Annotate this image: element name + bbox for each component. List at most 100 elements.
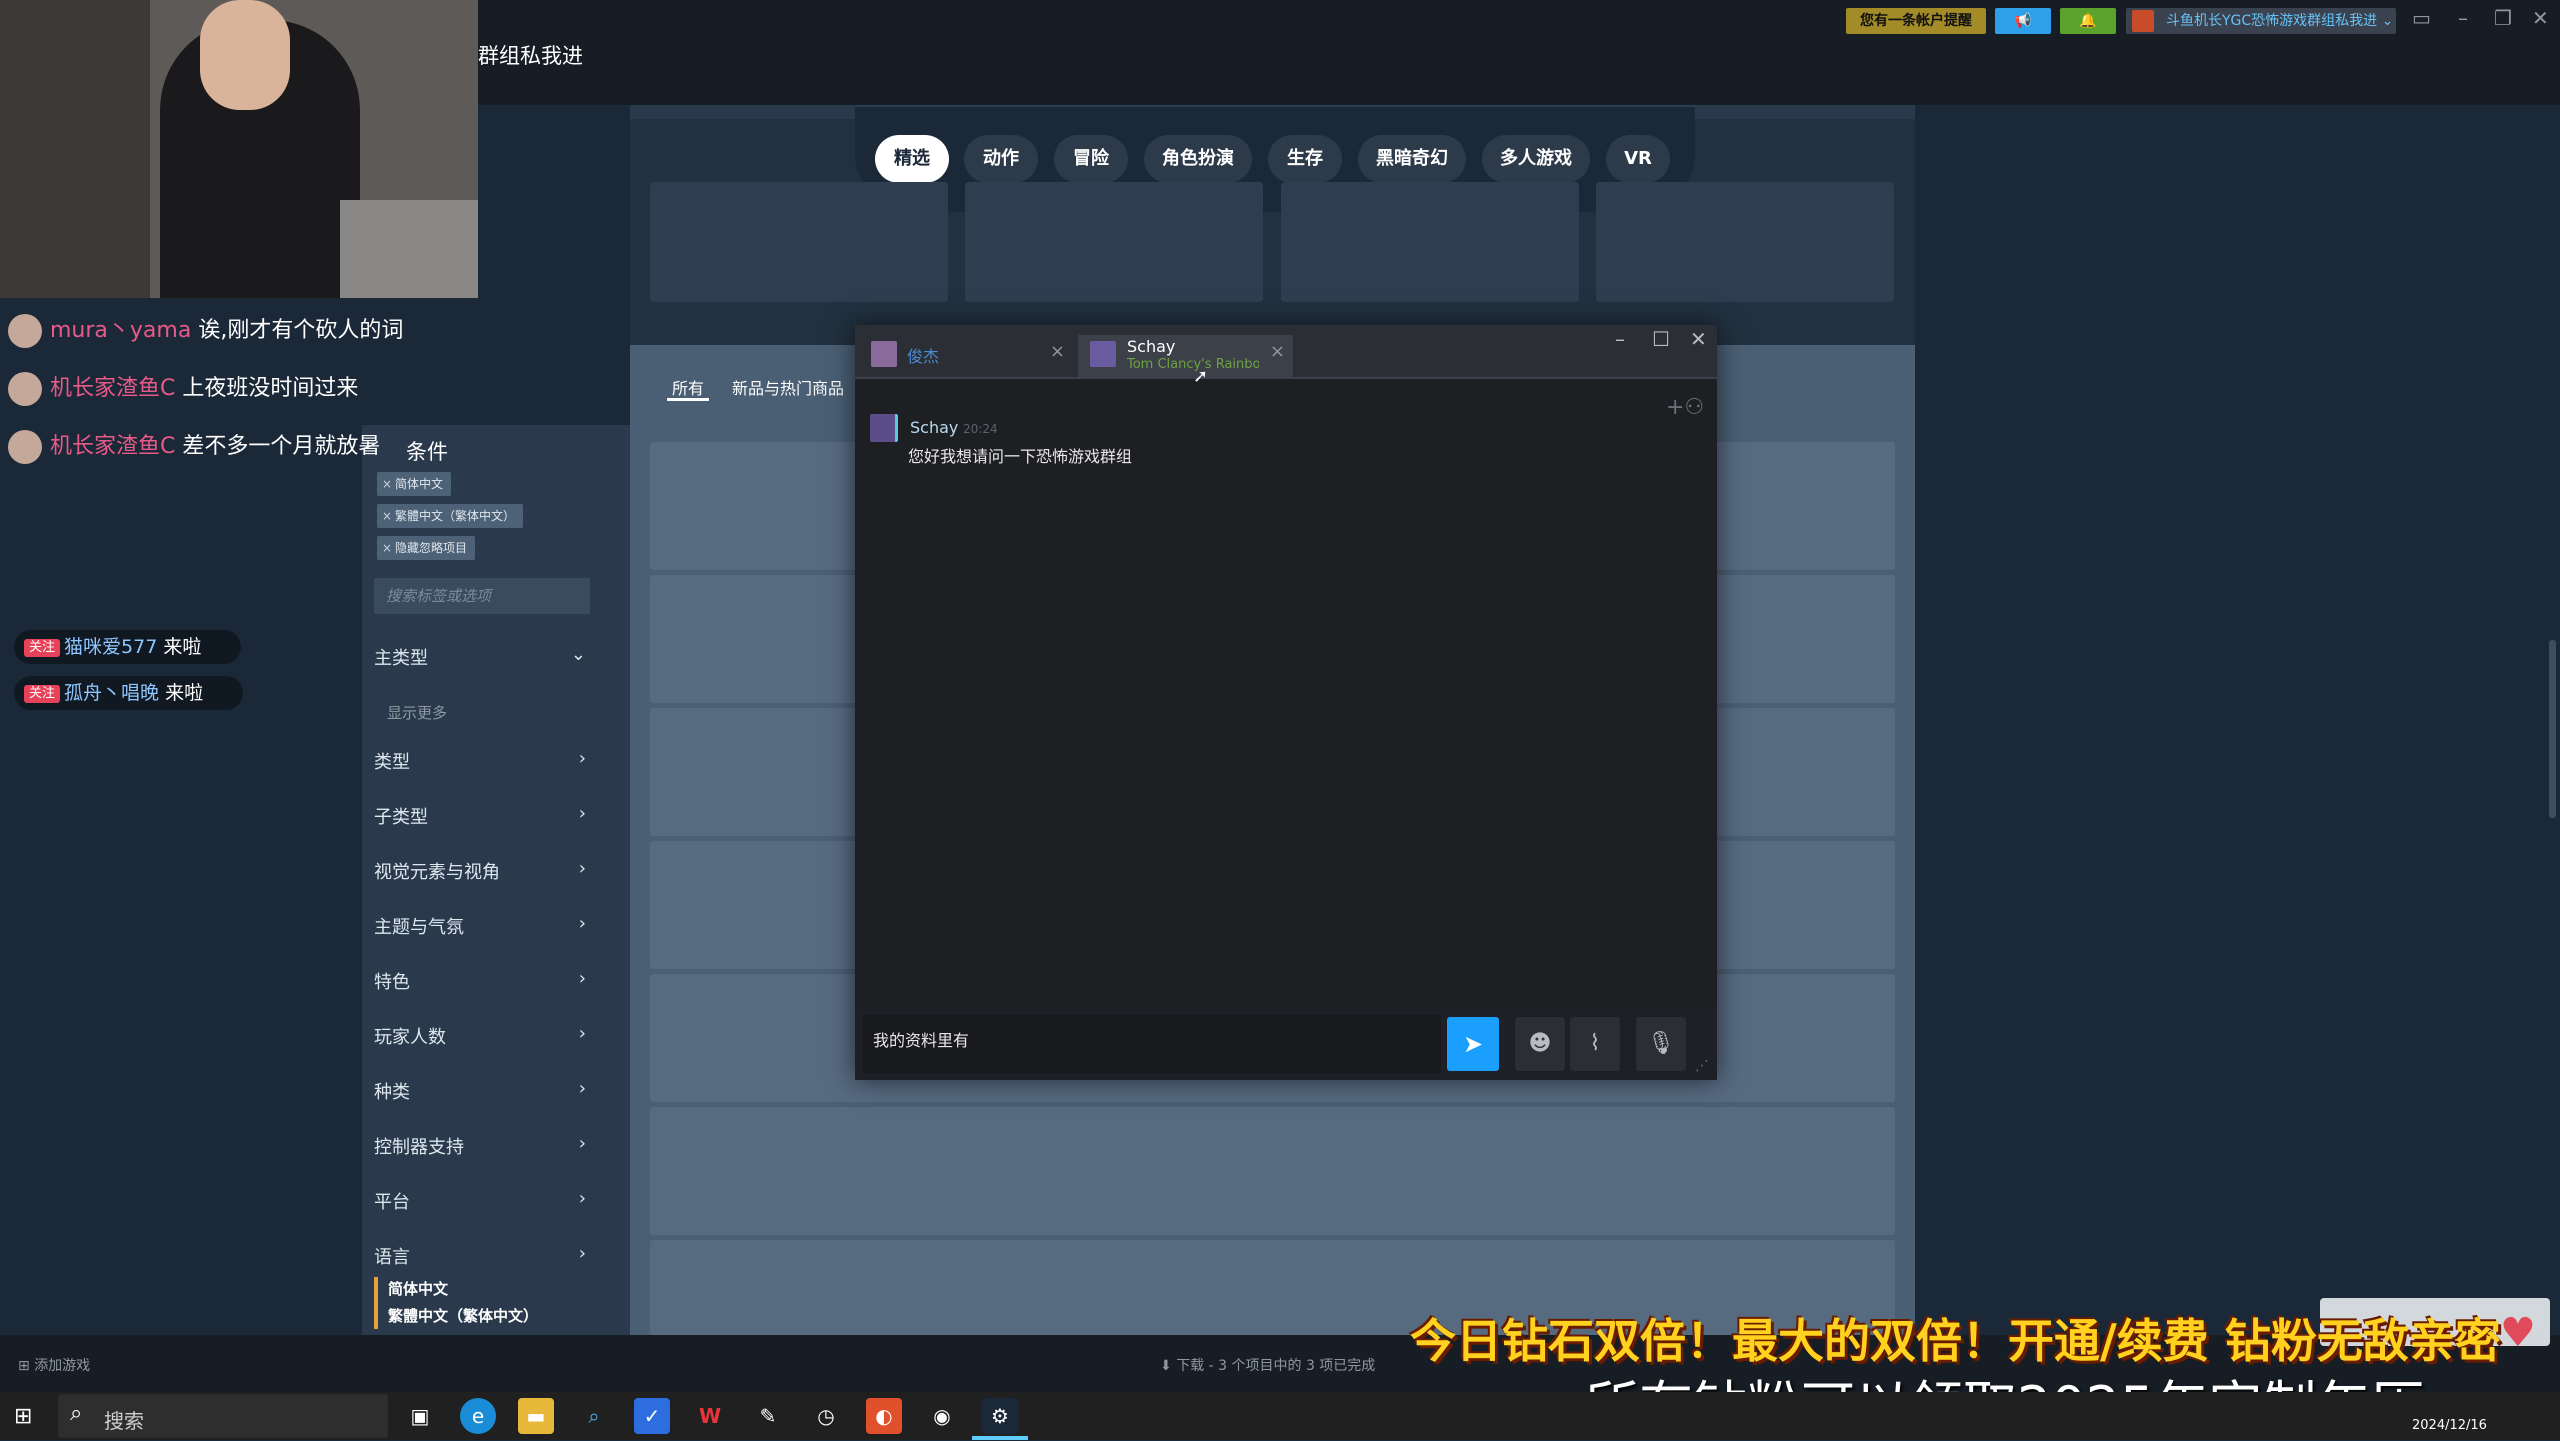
app-icon[interactable]: ◷ bbox=[808, 1398, 844, 1434]
featured-card[interactable] bbox=[1281, 182, 1579, 302]
resize-grip-icon[interactable]: ⋰ bbox=[1695, 1058, 1709, 1074]
filter-header: 条件 bbox=[406, 440, 448, 464]
close-icon[interactable]: × bbox=[1050, 341, 1065, 362]
featured-card[interactable] bbox=[650, 182, 948, 302]
filter-row[interactable]: 玩家人数 › bbox=[374, 1023, 586, 1049]
remove-icon[interactable]: × bbox=[382, 504, 392, 528]
send-button[interactable]: ➤ bbox=[1447, 1017, 1499, 1071]
filter-chip[interactable]: × 简体中文 bbox=[377, 472, 452, 496]
close-icon[interactable]: ✕ bbox=[1690, 327, 1707, 351]
close-icon[interactable]: × bbox=[1270, 341, 1285, 362]
attach-icon[interactable]: ⌇ bbox=[1570, 1017, 1620, 1071]
filter-main-type[interactable]: 主类型 ⌄ bbox=[374, 644, 586, 670]
tray-date[interactable]: 2024/12/16 bbox=[2412, 1418, 2487, 1433]
pill-adventure[interactable]: 冒险 bbox=[1054, 135, 1128, 183]
chevron-right-icon: › bbox=[578, 748, 586, 769]
megaphone-icon[interactable]: 📢 bbox=[1995, 8, 2051, 34]
selected-indicator bbox=[374, 1277, 378, 1329]
filter-row[interactable]: 视觉元素与视角 › bbox=[374, 858, 586, 884]
search-icon: ⌕ bbox=[70, 1401, 83, 1426]
avatar bbox=[8, 430, 42, 464]
pill-dark-fantasy[interactable]: 黑暗奇幻 bbox=[1358, 135, 1466, 183]
avatar bbox=[8, 372, 42, 406]
app-icon[interactable]: ✓ bbox=[634, 1398, 670, 1434]
webcam-feed bbox=[0, 0, 478, 298]
chevron-right-icon: › bbox=[578, 1078, 586, 1099]
chevron-right-icon: › bbox=[578, 803, 586, 824]
chat-input[interactable]: 我的资料里有 bbox=[863, 1015, 1441, 1073]
tag-search-input[interactable]: 搜索标签或选项 bbox=[374, 578, 590, 614]
search-app-icon[interactable]: ⌕ bbox=[576, 1398, 612, 1434]
add-game-button[interactable]: ⊞ 添加游戏 bbox=[18, 1355, 90, 1375]
filter-row[interactable]: 平台 › bbox=[374, 1188, 586, 1214]
filter-row[interactable]: 语言 › bbox=[374, 1243, 586, 1269]
emoticon-icon[interactable]: ☻ bbox=[1515, 1017, 1565, 1071]
danmaku-line: 机长家渣鱼C 差不多一个月就放暑 bbox=[8, 428, 380, 466]
voice-icon[interactable]: 🎙 bbox=[1636, 1017, 1686, 1071]
chevron-right-icon: › bbox=[578, 1243, 586, 1264]
minimize-icon[interactable]: – bbox=[2458, 6, 2468, 30]
pill-vr[interactable]: VR bbox=[1606, 135, 1670, 183]
chat-tab[interactable]: × bbox=[863, 335, 1073, 377]
pill-featured[interactable]: 精选 bbox=[875, 135, 949, 183]
steam-icon[interactable]: ⚙ bbox=[982, 1398, 1018, 1434]
pill-survival[interactable]: 生存 bbox=[1268, 135, 1342, 183]
heart-icon: ♥ bbox=[2500, 1310, 2536, 1356]
windows-start-icon[interactable]: ⊞ bbox=[14, 1404, 32, 1429]
monitor-icon[interactable]: ▭ bbox=[2412, 6, 2431, 30]
filter-row[interactable]: 子类型 › bbox=[374, 803, 586, 829]
avatar[interactable] bbox=[870, 414, 898, 442]
profile-menu[interactable]: 斗鱼机长YGC恐怖游戏群组私我进 ⌄ bbox=[2126, 8, 2396, 34]
minimize-icon[interactable]: – bbox=[1615, 327, 1625, 351]
list-item[interactable] bbox=[650, 1107, 1895, 1235]
douyu-icon[interactable]: ◐ bbox=[866, 1398, 902, 1434]
account-alert-button[interactable]: 您有一条帐户提醒 bbox=[1846, 8, 1986, 34]
download-status[interactable]: ⬇ 下载 - 3 个项目中的 3 项已完成 bbox=[1160, 1355, 1375, 1375]
tab-all[interactable]: 所有 bbox=[672, 375, 704, 399]
language-selected[interactable]: 简体中文 bbox=[388, 1278, 448, 1299]
taskbar-search-label: 搜索 bbox=[104, 1409, 144, 1433]
maximize-icon[interactable]: ☐ bbox=[1652, 327, 1670, 351]
chevron-right-icon: › bbox=[578, 858, 586, 879]
avatar bbox=[8, 314, 42, 348]
app-icon[interactable]: ✎ bbox=[750, 1398, 786, 1434]
show-more-link[interactable]: 显示更多 bbox=[387, 702, 447, 723]
danmaku-line: mura丶yama 诶,刚才有个砍人的词 bbox=[8, 312, 403, 350]
message-text: 您好我想请问一下恐怖游戏群组 bbox=[908, 447, 1133, 466]
filter-row[interactable]: 种类 › bbox=[374, 1078, 586, 1104]
obs-icon[interactable]: ◉ bbox=[924, 1398, 960, 1434]
language-selected[interactable]: 繁體中文（繁体中文） bbox=[388, 1305, 538, 1326]
pill-rpg[interactable]: 角色扮演 bbox=[1144, 135, 1252, 183]
remove-icon[interactable]: × bbox=[382, 472, 392, 496]
filter-chip[interactable]: × 繁體中文（繁体中文） bbox=[377, 504, 524, 528]
pill-multiplayer[interactable]: 多人游戏 bbox=[1482, 135, 1590, 183]
tab-new-trending[interactable]: 新品与热门商品 bbox=[732, 375, 844, 399]
avatar bbox=[2132, 10, 2154, 32]
chevron-right-icon: › bbox=[578, 913, 586, 934]
wps-icon[interactable]: W bbox=[692, 1398, 728, 1434]
filter-row[interactable]: 控制器支持 › bbox=[374, 1133, 586, 1159]
filter-chip[interactable]: × 隐藏忽略项目 bbox=[377, 536, 476, 560]
file-explorer-icon[interactable]: ▬ bbox=[518, 1398, 554, 1434]
featured-card[interactable] bbox=[1596, 182, 1894, 302]
remove-icon[interactable]: × bbox=[382, 536, 392, 560]
scrollbar[interactable] bbox=[2549, 640, 2556, 818]
message-sender[interactable]: Schay bbox=[910, 418, 958, 437]
task-view-icon[interactable]: ▣ bbox=[402, 1398, 438, 1434]
chevron-right-icon: › bbox=[578, 968, 586, 989]
restore-icon[interactable]: ❐ bbox=[2494, 6, 2512, 30]
danmaku-line: 机长家渣鱼C 上夜班没时间过来 bbox=[8, 370, 358, 408]
filter-row[interactable]: 主题与气氛 › bbox=[374, 913, 586, 939]
filter-row[interactable]: 类型 › bbox=[374, 748, 586, 774]
bell-icon[interactable]: 🔔 bbox=[2060, 8, 2116, 34]
chevron-right-icon: › bbox=[578, 1133, 586, 1154]
close-icon[interactable]: ✕ bbox=[2532, 6, 2549, 30]
filter-row[interactable]: 特色 › bbox=[374, 968, 586, 994]
pill-action[interactable]: 动作 bbox=[964, 135, 1038, 183]
edge-icon[interactable]: e bbox=[460, 1398, 496, 1434]
avatar bbox=[1090, 341, 1116, 367]
add-friend-icon[interactable]: +⚇ bbox=[1666, 395, 1704, 420]
stream-title-fragment: 群组私我进 bbox=[478, 44, 583, 68]
profile-name: 斗鱼机长YGC恐怖游戏群组私我进 bbox=[2166, 13, 2378, 29]
featured-card[interactable] bbox=[965, 182, 1263, 302]
